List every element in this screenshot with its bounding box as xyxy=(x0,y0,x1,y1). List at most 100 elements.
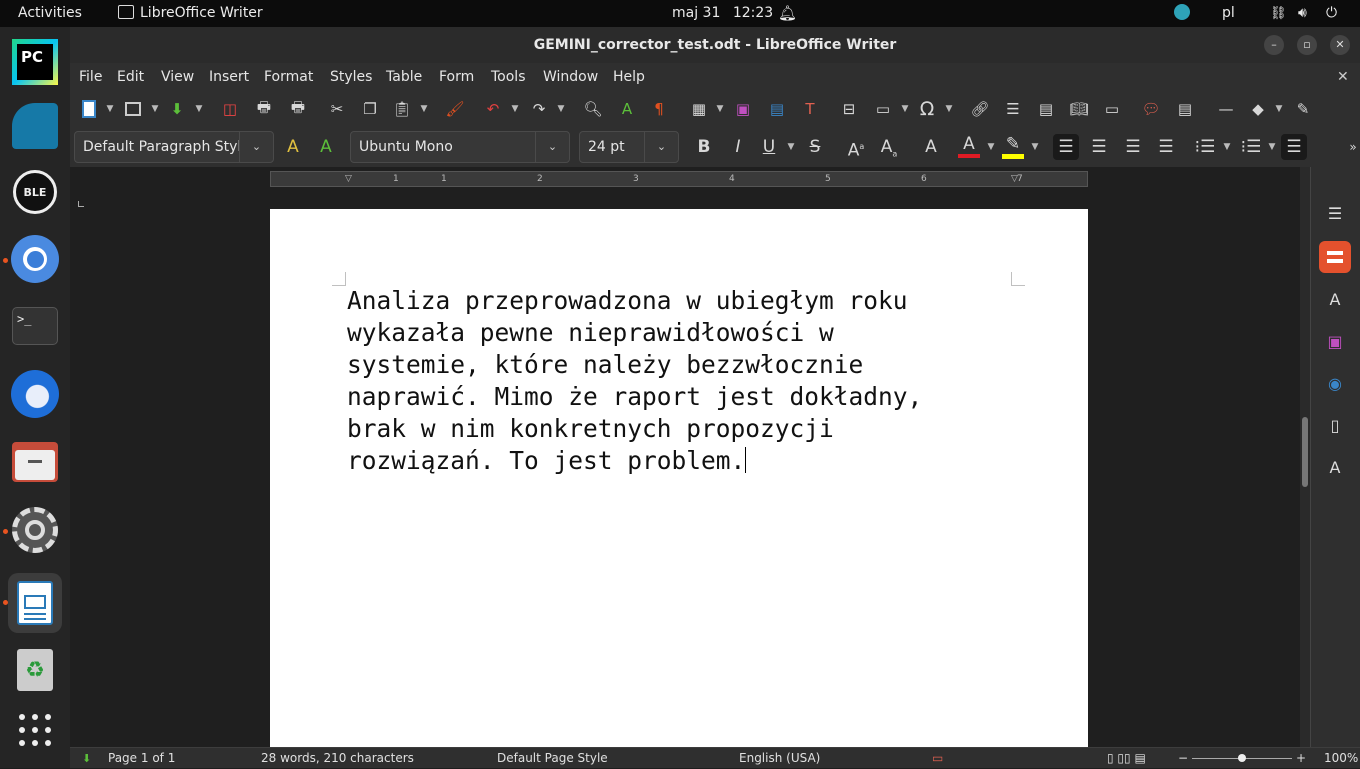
document-body-text[interactable]: Analiza przeprowadzona w ubiegłym roku w… xyxy=(347,285,987,477)
highlight-dropdown-icon[interactable]: ▼ xyxy=(1030,134,1040,160)
insert-endnote-icon[interactable]: ▤ xyxy=(1033,96,1059,122)
sidebar-properties-icon[interactable] xyxy=(1319,241,1351,273)
page-number-status[interactable]: Page 1 of 1 xyxy=(108,748,175,769)
paragraph-style-dropdown-icon[interactable]: ⌄ xyxy=(239,132,273,162)
zoom-in-icon[interactable]: + xyxy=(1296,748,1306,769)
underline-icon[interactable]: U xyxy=(756,134,782,160)
find-replace-icon[interactable]: 🔍︎ xyxy=(580,96,606,122)
page-style-status[interactable]: Default Page Style xyxy=(497,748,608,769)
update-style-icon[interactable]: A xyxy=(280,134,306,160)
outline-list-icon[interactable]: ☰ xyxy=(1281,134,1307,160)
app-menu[interactable]: LibreOffice Writer xyxy=(118,0,263,27)
new-document-icon[interactable] xyxy=(76,96,102,122)
dock-wireshark[interactable] xyxy=(8,99,62,153)
paste-dropdown-icon[interactable]: ▼ xyxy=(419,96,429,122)
ruler-marker-icon[interactable]: ▽ xyxy=(345,172,352,186)
save-icon[interactable]: ⬇ xyxy=(164,96,190,122)
align-center-icon[interactable]: ☰ xyxy=(1086,134,1112,160)
print-preview-icon[interactable]: 🖶︎ xyxy=(285,96,311,122)
menu-form[interactable]: Form xyxy=(439,63,474,91)
menu-insert[interactable]: Insert xyxy=(209,63,249,91)
paragraph-style-combo[interactable]: Default Paragraph Styl ⌄ xyxy=(74,131,274,163)
menu-tools[interactable]: Tools xyxy=(491,63,526,91)
underline-dropdown-icon[interactable]: ▼ xyxy=(786,134,796,160)
menu-file[interactable]: File xyxy=(79,63,102,91)
insert-field-dropdown-icon[interactable]: ▼ xyxy=(900,96,910,122)
clone-formatting-icon[interactable]: 🖌︎ xyxy=(442,96,468,122)
sidebar-navigator-icon[interactable]: ◉ xyxy=(1319,367,1351,399)
paste-icon[interactable]: 📋︎ xyxy=(389,96,415,122)
menu-window[interactable]: Window xyxy=(543,63,598,91)
clear-formatting-icon[interactable]: A xyxy=(918,134,944,160)
bold-icon[interactable]: B xyxy=(691,134,717,160)
unordered-list-icon[interactable]: ⁝☰ xyxy=(1192,134,1218,160)
sidebar-style-inspector-icon[interactable]: A xyxy=(1319,451,1351,483)
selection-mode-icon[interactable]: ▭ xyxy=(932,748,943,769)
undo-dropdown-icon[interactable]: ▼ xyxy=(510,96,520,122)
zoom-slider-thumb[interactable] xyxy=(1238,754,1246,762)
superscript-icon[interactable]: Aa xyxy=(843,134,869,161)
menu-table[interactable]: Table xyxy=(386,63,422,91)
redo-icon[interactable]: ↷ xyxy=(526,96,552,122)
title-bar[interactable]: GEMINI_corrector_test.odt - LibreOffice … xyxy=(70,27,1360,63)
keyboard-layout-indicator[interactable]: pl xyxy=(1222,0,1235,27)
ordered-list-dropdown-icon[interactable]: ▼ xyxy=(1267,134,1277,160)
sidebar-gallery-icon[interactable]: ▣ xyxy=(1319,325,1351,357)
tab-stop-selector[interactable] xyxy=(78,201,84,207)
font-size-combo[interactable]: 24 pt ⌄ xyxy=(579,131,679,163)
draw-functions-icon[interactable]: ✎ xyxy=(1290,96,1316,122)
undo-icon[interactable]: ↶ xyxy=(480,96,506,122)
dock-files[interactable] xyxy=(8,435,62,489)
dock-settings[interactable] xyxy=(8,503,62,557)
maximize-button[interactable]: ▫ xyxy=(1297,35,1317,55)
insert-bookmark-icon[interactable]: 📖︎ xyxy=(1066,96,1092,122)
insert-table-icon[interactable]: ▦ xyxy=(686,96,712,122)
templates-dropdown-icon[interactable]: ▼ xyxy=(150,96,160,122)
copy-icon[interactable]: ❐ xyxy=(357,96,383,122)
cut-icon[interactable]: ✂ xyxy=(324,96,350,122)
language-status[interactable]: English (USA) xyxy=(739,748,820,769)
subscript-icon[interactable]: Aa xyxy=(876,134,902,160)
font-color-dropdown-icon[interactable]: ▼ xyxy=(986,134,996,160)
close-window-button[interactable]: ✕ xyxy=(1330,35,1350,55)
insert-table-dropdown-icon[interactable]: ▼ xyxy=(715,96,725,122)
font-name-combo[interactable]: Ubuntu Mono ⌄ xyxy=(350,131,570,163)
special-character-dropdown-icon[interactable]: ▼ xyxy=(944,96,954,122)
insert-text-box-icon[interactable]: T xyxy=(797,96,823,122)
dock-terminal[interactable]: >_ xyxy=(8,299,62,353)
insert-image-icon[interactable]: ▣ xyxy=(730,96,756,122)
formatting-marks-icon[interactable]: ¶ xyxy=(646,96,672,122)
templates-icon[interactable] xyxy=(120,96,146,122)
dock-thunderbird[interactable] xyxy=(8,367,62,421)
track-changes-icon[interactable]: ▤ xyxy=(1172,96,1198,122)
word-count-status[interactable]: 28 words, 210 characters xyxy=(261,748,414,769)
basic-shapes-icon[interactable]: ◆ xyxy=(1245,96,1271,122)
horizontal-ruler[interactable]: ▽ 1 1 2 3 4 5 6 ▽ 7 xyxy=(270,171,1088,187)
insert-comment-icon[interactable]: 💬︎ xyxy=(1138,96,1164,122)
zoom-level[interactable]: 100% xyxy=(1324,748,1358,769)
insert-chart-icon[interactable]: ▤ xyxy=(764,96,790,122)
sidebar-page-icon[interactable]: ▯ xyxy=(1319,409,1351,441)
dock-trash[interactable]: ♻ xyxy=(8,643,62,697)
toolbar-overflow-icon[interactable]: » xyxy=(1340,134,1360,160)
highlight-color-icon[interactable]: ✎ xyxy=(1000,134,1026,160)
export-pdf-icon[interactable]: ◫ xyxy=(217,96,243,122)
insert-special-character-icon[interactable]: Ω xyxy=(914,96,940,122)
insert-field-icon[interactable]: ▭ xyxy=(870,96,896,122)
dock-pycharm[interactable]: PC xyxy=(8,35,62,89)
volume-icon[interactable]: 🔊︎ xyxy=(1298,0,1307,27)
clock[interactable]: maj 31 12:23 xyxy=(672,0,773,27)
activities-button[interactable]: Activities xyxy=(18,0,82,27)
update-icon[interactable] xyxy=(1174,0,1190,27)
minimize-button[interactable]: – xyxy=(1264,35,1284,55)
vertical-scrollbar[interactable] xyxy=(1300,167,1310,747)
document-page[interactable]: Analiza przeprowadzona w ubiegłym roku w… xyxy=(270,209,1088,749)
menu-edit[interactable]: Edit xyxy=(117,63,144,91)
scrollbar-thumb[interactable] xyxy=(1302,417,1308,487)
new-dropdown-icon[interactable]: ▼ xyxy=(105,96,115,122)
strikethrough-icon[interactable]: S xyxy=(802,134,828,160)
menu-styles[interactable]: Styles xyxy=(330,63,372,91)
document-modified-icon[interactable]: ⬇ xyxy=(82,748,91,769)
network-icon[interactable]: ⛓ xyxy=(1270,0,1287,27)
justify-icon[interactable]: ☰ xyxy=(1153,134,1179,160)
